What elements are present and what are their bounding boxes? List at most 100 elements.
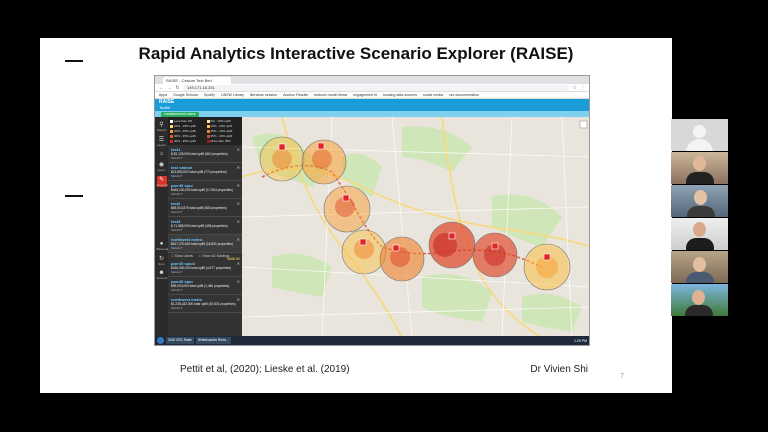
show-3d-buildings-toggle[interactable]: ☐ Show 3D Buildings [199, 254, 230, 258]
scenario-item[interactable]: parr45 spur $55,000,000 total uplift (1,4… [168, 277, 242, 295]
station-marker-icon[interactable] [317, 142, 325, 150]
menu-icon[interactable]: ⋮ [580, 85, 585, 91]
participant-tile-video[interactable] [671, 185, 728, 217]
station-marker-icon[interactable] [491, 242, 499, 250]
start-icon[interactable] [157, 337, 164, 344]
legend-item: 15% - 20% uplift [206, 124, 241, 128]
catchment-1[interactable] [259, 136, 305, 182]
map-canvas[interactable] [242, 117, 589, 336]
catchment-6[interactable] [428, 221, 476, 269]
legend-item: More than 45% [206, 139, 241, 143]
scenario-item[interactable]: northwest metro $1,235,182,000 total upli… [168, 295, 242, 313]
legend-item: 35% - 40% uplift [206, 134, 241, 138]
participant-tile-video[interactable] [671, 152, 728, 184]
catchment-7[interactable] [472, 232, 518, 278]
basemap-tool[interactable]: ● Basemap [157, 241, 170, 251]
delete-icon[interactable]: ✕ [237, 297, 240, 302]
taskbar-item[interactable]: Whiteboarder Revis... [195, 337, 231, 344]
avatar-icon [693, 125, 706, 138]
bookmark[interactable]: Google Scholar [173, 93, 198, 97]
scenario-select-link[interactable]: SELECT [171, 306, 239, 310]
delete-icon[interactable]: ✕ [237, 261, 240, 266]
scenario-select-link[interactable]: SELECT [171, 210, 239, 214]
user-pill[interactable]: crowdsourced-users [161, 111, 199, 117]
legend-item: 25% - 30% uplift [206, 129, 241, 133]
delete-icon[interactable]: ✕ [237, 219, 240, 224]
scenario-item[interactable]: test2 $69,510,875 total uplift (583 prope… [168, 199, 242, 217]
scenario-select-link[interactable]: SELECT [171, 288, 239, 292]
star-icon[interactable]: ☆ [572, 85, 577, 91]
back-icon[interactable]: ← [159, 85, 164, 91]
delete-icon[interactable]: ✕ [237, 201, 240, 206]
participant-tile-avatar[interactable] [671, 119, 728, 151]
tool-rail: ⚲ Search ☰ Layers ⌂ ◉ Query ✎ Scenarios ● Bas… [155, 117, 170, 336]
bookmark[interactable]: csv documentation [449, 93, 479, 97]
slide-citation: Pettit et al, (2020); Lieske et al. (201… [180, 364, 350, 375]
bookmark[interactable]: social media [423, 93, 443, 97]
participant-tile-video[interactable] [671, 218, 728, 250]
catchment-4[interactable] [341, 229, 387, 275]
scenario-item[interactable]: parr45 spur2 $186,000,000 total uplift (4… [168, 259, 242, 277]
legend-item: 40% - 45% uplift [170, 139, 204, 143]
scenario-select-link[interactable]: SELECT [171, 174, 239, 178]
bookmark[interactable]: hedonic model literat [314, 93, 347, 97]
tool-label: Sync [158, 262, 165, 266]
avatar-icon-body [686, 139, 713, 151]
delete-icon[interactable]: ✕ [237, 279, 240, 284]
account-tool[interactable]: ☻ Account [157, 270, 168, 280]
scenario-item[interactable]: test1 $ 82,128,000 total uplift (810 prop… [168, 145, 242, 163]
bookmark[interactable]: Spotify [204, 93, 215, 97]
station-marker-icon[interactable] [359, 238, 367, 246]
reload-icon[interactable]: ↻ [175, 85, 180, 91]
station-marker-icon[interactable] [278, 143, 286, 151]
bookmark[interactable]: Apps [159, 93, 167, 97]
scenario-item[interactable]: parr45 spur $446,100,000 total uplift (17… [168, 181, 242, 199]
scenario-item[interactable]: test station $13,890,000 total uplift (77… [168, 163, 242, 181]
scenario-select-link[interactable]: SELECT [171, 156, 239, 160]
participant-tile-video[interactable] [671, 251, 728, 283]
legend-label: 40% - 45% uplift [174, 139, 196, 143]
station-marker-icon[interactable] [392, 244, 400, 252]
fullscreen-icon[interactable] [579, 120, 588, 129]
legend-label: More than 45% [210, 139, 231, 143]
catchment-8[interactable] [523, 243, 571, 291]
scenario-select-link[interactable]: SELECT [171, 246, 239, 250]
query-tool[interactable]: ◉ Query [157, 161, 167, 172]
delete-icon[interactable]: ✕ [237, 183, 240, 188]
catchment-3[interactable] [323, 185, 371, 233]
scenario-select-link[interactable]: SELECT [171, 192, 239, 196]
station-marker-icon[interactable] [342, 194, 350, 202]
scenario-item-selected[interactable]: northwest metro $617,270,604 total uplift… [168, 235, 242, 261]
url-input[interactable]: 149.171.16.251 [183, 84, 569, 91]
bullet-dash [65, 60, 83, 62]
bookmark[interactable]: housing data sources [383, 93, 417, 97]
station-marker-icon[interactable] [543, 253, 551, 261]
bookmark[interactable]: UNSW Library [221, 93, 244, 97]
bookmark[interactable]: engagement lit [353, 93, 377, 97]
legend-item: 30% - 35% uplift [170, 134, 204, 138]
browser-addressbar: ← → ↻ 149.171.16.251 ☆ ⋮ [155, 84, 589, 92]
scenario-select-link[interactable]: SELECT [171, 270, 239, 274]
uplift-map[interactable] [242, 117, 589, 336]
uplift-legend: Less than 0% 0% - 10% uplift 10% - 15% u… [168, 117, 242, 145]
delete-icon[interactable]: ✕ [237, 165, 240, 170]
delete-icon[interactable]: ✕ [237, 237, 240, 242]
scenarios-tool[interactable]: ✎ Scenarios [156, 176, 170, 187]
forward-icon[interactable]: → [167, 85, 172, 91]
scenario-item[interactable]: test3 $ 71,585,000 total uplift (496 prop… [168, 217, 242, 235]
browser-tabbar: RAISE - Cesium Test Bed [155, 76, 589, 84]
participant-tile-video[interactable] [671, 284, 728, 316]
layers-tool[interactable]: ☰ Layers [157, 136, 167, 147]
browser-tab[interactable]: RAISE - Cesium Test Bed [163, 77, 231, 84]
delete-icon[interactable]: ✕ [237, 147, 240, 152]
home-tool[interactable]: ⌂ [157, 151, 167, 157]
bookmark[interactable]: Auction Results [283, 93, 308, 97]
sync-tool[interactable]: ↻ Sync [157, 255, 167, 266]
bookmark[interactable]: literature session [250, 93, 277, 97]
show-labels-toggle[interactable]: ☐ Show Labels [171, 254, 193, 258]
scenario-select-link[interactable]: SELECT [171, 228, 239, 232]
station-marker-icon[interactable] [448, 232, 456, 240]
taskbar-item[interactable]: 2016 CRC Raise [166, 337, 194, 344]
catchment-5[interactable] [379, 236, 425, 282]
search-tool[interactable]: ⚲ Search [157, 121, 167, 132]
